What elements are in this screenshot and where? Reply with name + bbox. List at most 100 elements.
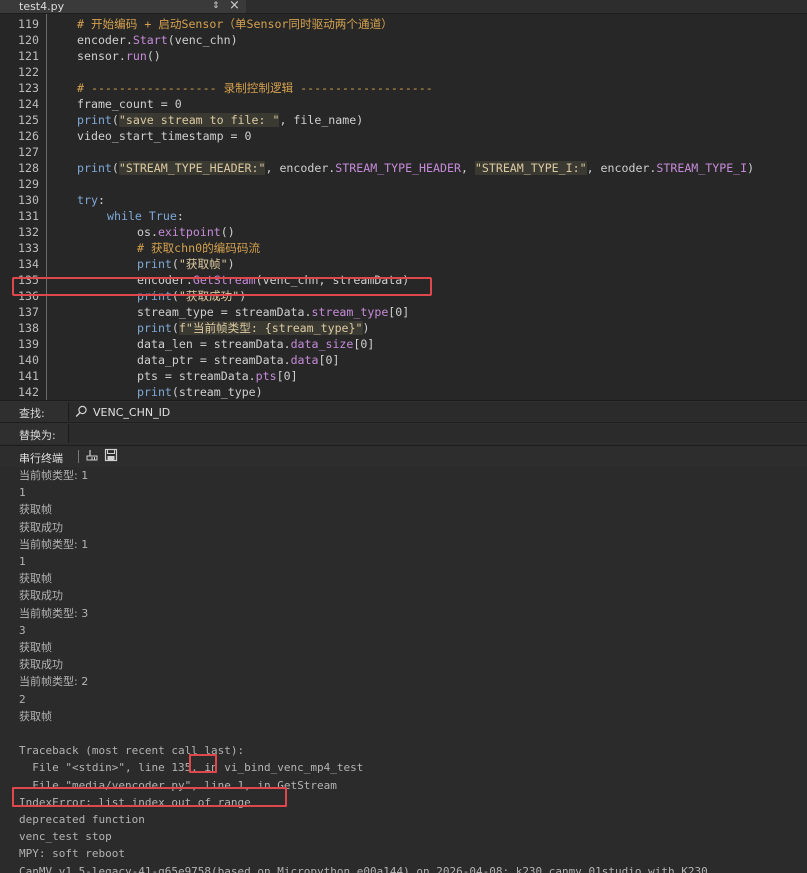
code-line[interactable]: 128 print("STREAM_TYPE_HEADER:", encoder.…	[0, 160, 807, 176]
close-icon[interactable]: ×	[229, 0, 240, 12]
console-line: 当前帧类型: 2	[19, 675, 89, 689]
console-line: 当前帧类型: 3	[19, 606, 89, 620]
find-input[interactable]: VENC_CHN_ID	[68, 402, 807, 421]
code-token: data_ptr = streamData.	[137, 353, 291, 367]
code-line[interactable]: 130 try:	[0, 192, 807, 208]
code-token: , encoder.	[586, 161, 657, 175]
code-line[interactable]: 119 # 开始编码 + 启动Sensor（单Sensor同时驱动两个通道）	[0, 16, 807, 32]
replace-label: 替换为:	[19, 429, 56, 442]
code-token: stream_type	[311, 305, 389, 319]
code-token: "save stream to file: "	[118, 113, 280, 127]
replace-input[interactable]	[68, 424, 807, 443]
console-line: 1	[19, 555, 26, 568]
console-line: 当前帧类型: 1	[19, 537, 89, 551]
line-number: 127	[18, 145, 39, 159]
code-token: exitpoint	[157, 225, 221, 239]
tab-bar: test4.py ⇕ ×	[0, 0, 807, 14]
code-line[interactable]: 129	[0, 176, 807, 192]
code-token: frame_count = 0	[77, 97, 182, 111]
code-line[interactable]: 134 print("获取帧")	[0, 256, 807, 272]
code-token: data_size	[290, 337, 354, 351]
line-number: 123	[18, 81, 39, 95]
code-text: # ------------------ 录制控制逻辑 ------------…	[77, 80, 433, 96]
code-token: pts	[255, 369, 277, 383]
code-token: ()	[146, 49, 161, 63]
code-line[interactable]: 142 print(stream_type)	[0, 384, 807, 400]
code-token: (	[171, 257, 179, 271]
console-line: 获取帧	[19, 572, 52, 586]
code-token: (	[111, 161, 119, 175]
code-line[interactable]: 139 data_len = streamData.data_size[0]	[0, 336, 807, 352]
console-line: 3	[19, 623, 26, 637]
code-token: video_start_timestamp = 0	[77, 129, 252, 143]
code-line[interactable]: 126 video_start_timestamp = 0	[0, 128, 807, 144]
console-line: 获取成功	[19, 589, 63, 603]
code-line[interactable]: 120 encoder.Start(venc_chn)	[0, 32, 807, 48]
code-text: print("save stream to file: ", file_name…	[77, 112, 363, 128]
code-token: try	[77, 193, 98, 207]
line-number: 139	[18, 337, 39, 351]
code-text: encoder.Start(venc_chn)	[77, 32, 238, 48]
code-token: os.	[137, 225, 158, 239]
code-line[interactable]: 127	[0, 144, 807, 160]
code-line[interactable]: 131 while True:	[0, 208, 807, 224]
console-line: 1	[19, 486, 26, 500]
code-line[interactable]: 137 stream_type = streamData.stream_type[…	[0, 304, 807, 320]
code-line[interactable]: 140 data_ptr = streamData.data[0]	[0, 352, 807, 368]
line-number: 120	[18, 33, 39, 47]
code-line[interactable]: 133 # 获取chn0的编码码流	[0, 240, 807, 256]
console-line: 获取成功	[19, 658, 63, 672]
line-number: 142	[18, 385, 39, 399]
tab-switch-icon[interactable]: ⇕	[212, 0, 220, 12]
highlight-box-getstream	[12, 277, 432, 296]
code-line[interactable]: 141 pts = streamData.pts[0]	[0, 368, 807, 384]
code-token: [0]	[353, 337, 375, 351]
code-token: data_len = streamData.	[137, 337, 291, 351]
tab-title: test4.py	[19, 0, 65, 13]
toolbar-divider	[78, 450, 79, 463]
code-token: f"当前帧类型: {stream_type}"	[178, 321, 363, 335]
line-number: 122	[18, 65, 39, 79]
clear-terminal-icon[interactable]	[85, 448, 99, 463]
line-number: 126	[18, 129, 39, 143]
code-line[interactable]: 125 print("save stream to file: ", file_n…	[0, 112, 807, 128]
code-token: :	[97, 193, 105, 207]
code-text: # 开始编码 + 启动Sensor（单Sensor同时驱动两个通道）	[77, 16, 393, 32]
code-token: stream_type = streamData.	[137, 305, 312, 319]
line-number: 133	[18, 241, 39, 255]
line-number: 134	[18, 257, 39, 271]
code-text: print(stream_type)	[137, 384, 263, 400]
code-token: (stream_type)	[171, 385, 263, 399]
code-text: try:	[77, 192, 105, 208]
code-line[interactable]: 121 sensor.run()	[0, 48, 807, 64]
line-number: 140	[18, 353, 39, 367]
code-token: # 开始编码 + 启动Sensor（单Sensor同时驱动两个通道）	[77, 17, 393, 31]
line-number: 130	[18, 193, 39, 207]
code-line[interactable]: 124 frame_count = 0	[0, 96, 807, 112]
line-number: 132	[18, 225, 39, 239]
code-editor[interactable]: 119 # 开始编码 + 启动Sensor（单Sensor同时驱动两个通道） 120…	[0, 14, 807, 400]
serial-terminal-output[interactable]: 当前帧类型: 1 1 获取帧 获取成功 当前帧类型: 1 1 获取帧 获取成功 当前帧类型: 3…	[0, 467, 807, 873]
code-line[interactable]: 122	[0, 64, 807, 80]
code-token: , file_name)	[279, 113, 364, 127]
code-line[interactable]: 132 os.exitpoint()	[0, 224, 807, 240]
console-line: deprecated function	[19, 813, 145, 826]
serial-terminal-header: 串行终端	[0, 445, 807, 468]
code-token: print	[137, 321, 172, 335]
save-icon[interactable]	[104, 448, 118, 463]
code-text: sensor.run()	[77, 48, 161, 64]
code-text: pts = streamData.pts[0]	[137, 368, 298, 384]
find-label: 查找:	[19, 407, 45, 420]
tab-test4-py[interactable]: test4.py ⇕ ×	[0, 0, 246, 13]
code-token: data	[290, 353, 319, 367]
code-line[interactable]: 123 # ------------------ 录制控制逻辑 ---------…	[0, 80, 807, 96]
code-text: while True:	[107, 208, 184, 224]
code-token: ()	[220, 225, 235, 239]
console-line: 获取帧	[19, 503, 52, 517]
code-line[interactable]: 138 print(f"当前帧类型: {stream_type}")	[0, 320, 807, 336]
code-token: True	[148, 209, 177, 223]
console-line: venc_test stop	[19, 830, 112, 844]
code-text: frame_count = 0	[77, 96, 182, 112]
line-number: 128	[18, 161, 39, 175]
